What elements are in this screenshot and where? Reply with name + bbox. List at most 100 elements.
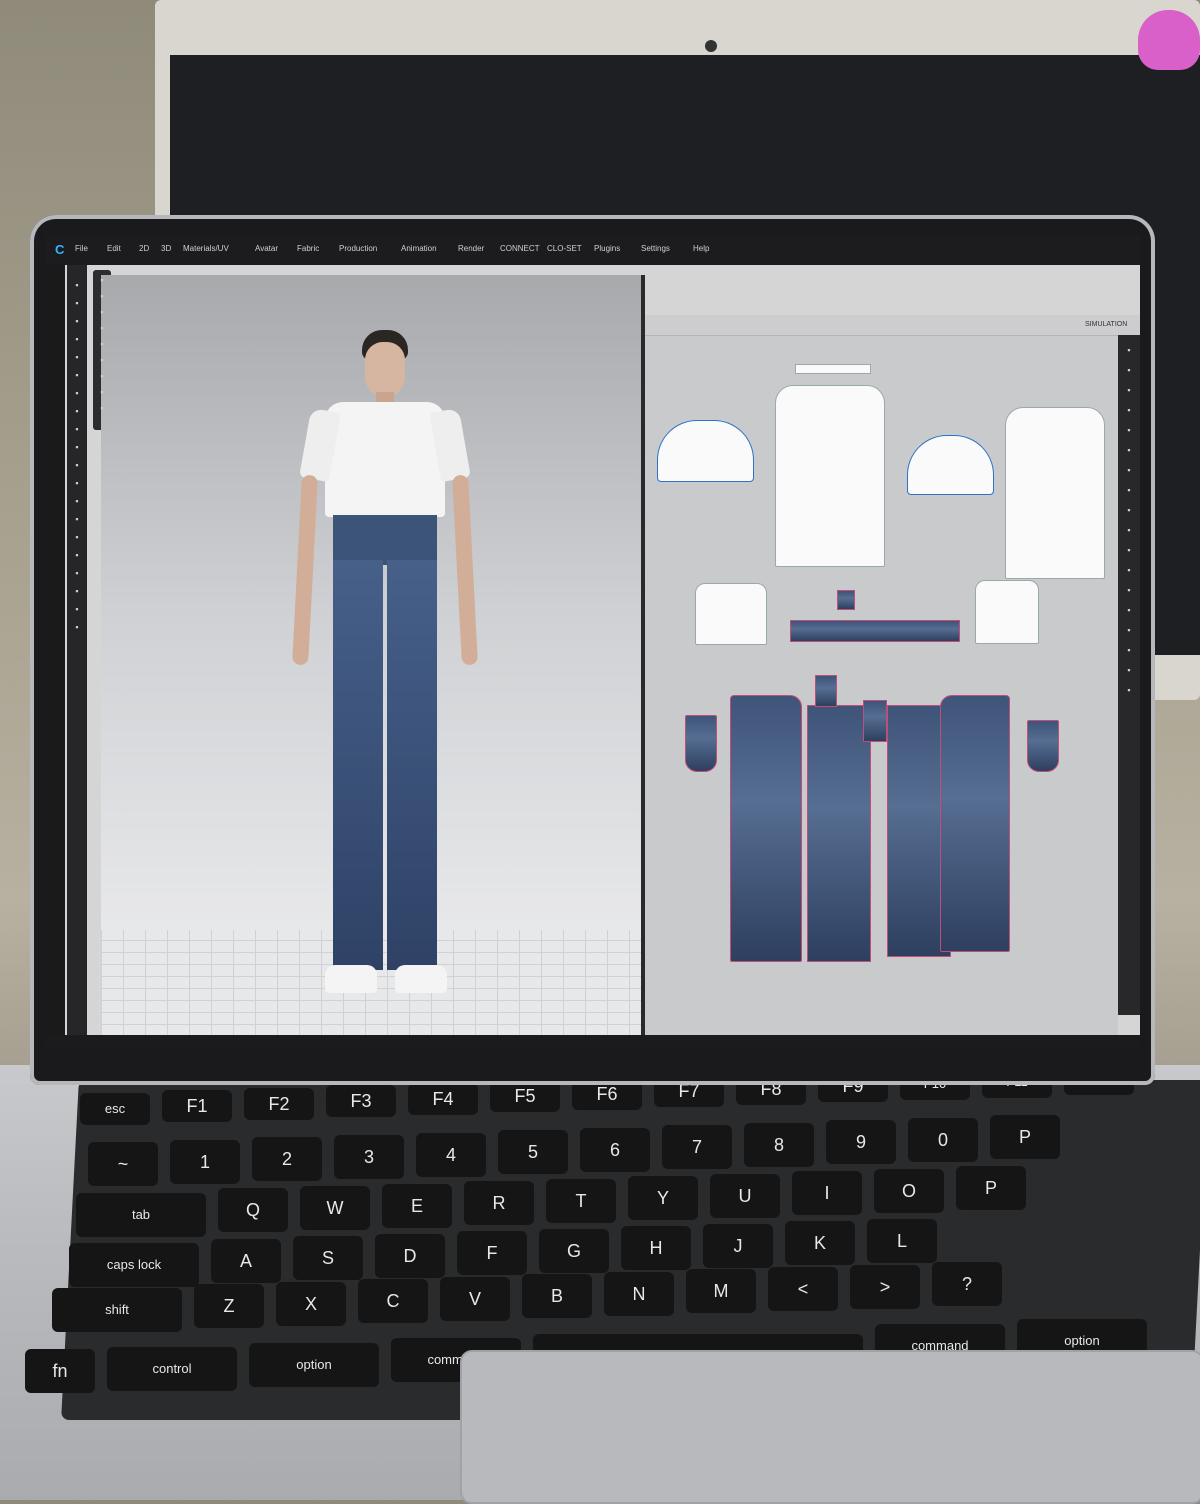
tool-icon[interactable]: ▪ <box>97 291 107 301</box>
menu-item[interactable]: Avatar <box>255 244 278 253</box>
key-r[interactable]: R <box>464 1181 534 1226</box>
menu-item[interactable]: Settings <box>641 244 670 253</box>
key-control[interactable]: control <box>107 1346 237 1391</box>
tool-icon[interactable]: ▪ <box>72 622 82 632</box>
key-f4[interactable]: F4 <box>408 1082 478 1115</box>
key-i[interactable]: I <box>792 1171 862 1216</box>
pattern-back-leg-left[interactable] <box>807 705 871 962</box>
tool-icon[interactable]: ▪ <box>1124 645 1134 655</box>
tool-icon[interactable]: ▪ <box>72 280 82 290</box>
pattern-belt-loops[interactable] <box>837 590 855 610</box>
menu-item[interactable]: Edit <box>107 244 121 253</box>
key-k[interactable]: K <box>785 1221 855 1266</box>
tool-icon[interactable]: ▪ <box>72 514 82 524</box>
key-s[interactable]: S <box>293 1236 363 1281</box>
tool-icon[interactable]: ▪ <box>72 316 82 326</box>
tool-icon[interactable]: ▪ <box>97 403 107 413</box>
key-v[interactable]: V <box>440 1276 510 1321</box>
tool-icon[interactable]: ▪ <box>97 307 107 317</box>
jeans-leg-left[interactable] <box>333 560 383 970</box>
pattern-fly[interactable] <box>815 675 837 707</box>
tool-icon[interactable]: ▪ <box>1124 485 1134 495</box>
key-w[interactable]: W <box>300 1186 370 1230</box>
key-c[interactable]: C <box>358 1279 428 1324</box>
menu-item[interactable]: CONNECT <box>500 244 540 253</box>
tool-icon[interactable]: ▪ <box>72 370 82 380</box>
pattern-pocket-right[interactable] <box>975 580 1039 644</box>
key-8[interactable]: 8 <box>744 1122 814 1167</box>
key-p[interactable]: P <box>990 1115 1060 1160</box>
pattern-back-pocket-left[interactable] <box>685 715 717 772</box>
tool-icon[interactable]: ▪ <box>97 275 107 285</box>
key-m[interactable]: M <box>686 1269 756 1314</box>
tool-icon[interactable]: ▪ <box>1124 585 1134 595</box>
key-0[interactable]: 0 <box>908 1117 978 1162</box>
key--[interactable]: ~ <box>88 1142 158 1187</box>
tool-icon[interactable]: ▪ <box>1124 685 1134 695</box>
tool-icon[interactable]: ▪ <box>1124 505 1134 515</box>
key-f3[interactable]: F3 <box>326 1085 396 1118</box>
key-d[interactable]: D <box>375 1233 445 1278</box>
tshirt[interactable] <box>325 402 445 517</box>
tool-icon[interactable]: ▪ <box>72 406 82 416</box>
key-5[interactable]: 5 <box>498 1130 568 1175</box>
menu-item[interactable]: Render <box>458 244 484 253</box>
key-tab[interactable]: tab <box>76 1192 206 1237</box>
tool-icon[interactable]: ▪ <box>72 568 82 578</box>
tool-icon[interactable]: ▪ <box>1124 545 1134 555</box>
key-4[interactable]: 4 <box>416 1132 486 1177</box>
tool-icon[interactable]: ▪ <box>72 550 82 560</box>
key-a[interactable]: A <box>211 1238 281 1283</box>
pattern-pocket-left[interactable] <box>695 583 767 645</box>
trackpad[interactable] <box>460 1350 1200 1504</box>
key-9[interactable]: 9 <box>826 1120 896 1165</box>
tool-icon[interactable]: ▪ <box>72 334 82 344</box>
pattern-back-bodice[interactable] <box>1005 407 1105 579</box>
key-3[interactable]: 3 <box>334 1134 404 1179</box>
key-q[interactable]: Q <box>218 1188 288 1233</box>
tool-icon[interactable]: ▪ <box>1124 365 1134 375</box>
tool-icon[interactable]: ▪ <box>1124 345 1134 355</box>
tool-icon[interactable]: ▪ <box>72 586 82 596</box>
key-option[interactable]: option <box>249 1342 379 1387</box>
pattern-waistband[interactable] <box>790 620 960 642</box>
pattern-collar[interactable] <box>795 364 871 374</box>
tool-icon[interactable]: ▪ <box>97 387 107 397</box>
key-j[interactable]: J <box>703 1223 773 1268</box>
tool-icon[interactable]: ▪ <box>97 339 107 349</box>
avatar[interactable] <box>292 330 478 995</box>
menu-item[interactable]: Materials/UV <box>183 244 229 253</box>
tool-icon[interactable]: ▪ <box>72 298 82 308</box>
key-shift[interactable]: shift <box>52 1288 182 1333</box>
key-esc[interactable]: esc <box>80 1092 150 1125</box>
tool-icon[interactable]: ▪ <box>72 388 82 398</box>
key-6[interactable]: 6 <box>580 1127 650 1172</box>
key-t[interactable]: T <box>546 1178 616 1223</box>
pattern-front-bodice[interactable] <box>775 385 885 567</box>
tool-icon[interactable]: ▪ <box>1124 565 1134 575</box>
tool-icon[interactable]: ▪ <box>72 604 82 614</box>
simulation-label[interactable]: SIMULATION <box>1085 321 1127 328</box>
menu-item[interactable]: Plugins <box>594 244 620 253</box>
tool-icon[interactable]: ▪ <box>1124 445 1134 455</box>
tool-icon[interactable]: ▪ <box>72 496 82 506</box>
tool-icon[interactable]: ▪ <box>1124 405 1134 415</box>
menu-item[interactable]: File <box>75 244 88 253</box>
menu-item[interactable]: Fabric <box>297 244 319 253</box>
menu-item[interactable]: 3D <box>161 244 171 253</box>
key-2[interactable]: 2 <box>252 1137 322 1182</box>
pattern-back-pocket-right[interactable] <box>1027 720 1059 772</box>
menu-item[interactable]: Production <box>339 244 377 253</box>
key--[interactable]: ? <box>932 1262 1002 1307</box>
key-x[interactable]: X <box>276 1281 346 1326</box>
key-1[interactable]: 1 <box>170 1139 240 1184</box>
key-b[interactable]: B <box>522 1274 592 1319</box>
tool-icon[interactable]: ▪ <box>97 355 107 365</box>
key-7[interactable]: 7 <box>662 1125 732 1170</box>
tool-icon[interactable]: ▪ <box>1124 605 1134 615</box>
key-u[interactable]: U <box>710 1173 780 1218</box>
tool-icon[interactable]: ▪ <box>72 352 82 362</box>
jeans-leg-right[interactable] <box>387 560 437 970</box>
key-o[interactable]: O <box>874 1168 944 1213</box>
app-logo[interactable]: C <box>55 242 69 257</box>
